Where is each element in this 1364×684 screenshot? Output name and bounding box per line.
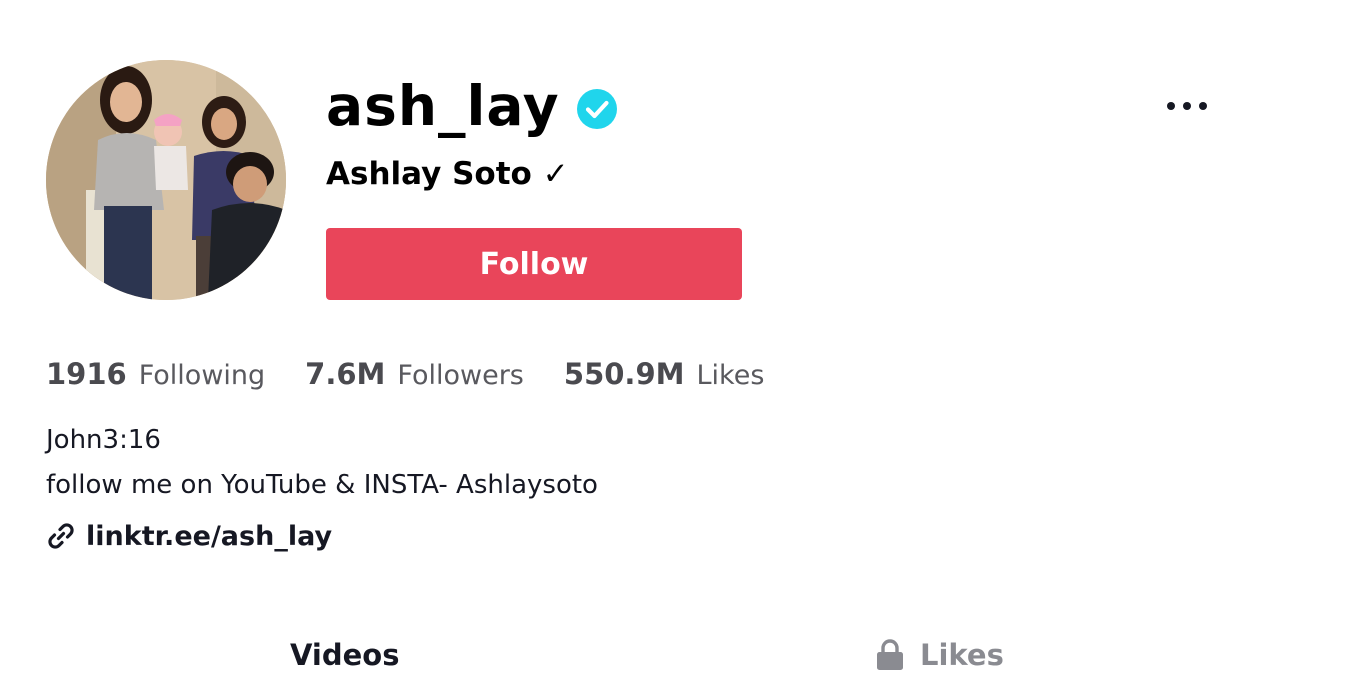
profile-bio: John3:16 follow me on YouTube & INSTA- A… [46, 418, 598, 508]
profile-avatar[interactable] [46, 60, 286, 300]
likes-stat: 550.9M Likes [564, 357, 765, 391]
bio-line-2: follow me on YouTube & INSTA- Ashlaysoto [46, 470, 598, 500]
tab-likes-label: Likes [920, 638, 1004, 672]
profile-username: ash_lay [326, 70, 618, 142]
username-text: ash_lay [326, 73, 560, 138]
tab-videos[interactable]: Videos [290, 626, 400, 684]
following-stat[interactable]: 1916 Following [46, 357, 265, 391]
link-icon [48, 523, 74, 549]
link-text[interactable]: linktr.ee/ash_lay [86, 521, 332, 552]
bio-line-1: John3:16 [46, 425, 161, 455]
verified-badge-icon [576, 82, 618, 130]
avatar-photo [46, 60, 286, 300]
profile-tabs: Videos Likes [0, 626, 1364, 684]
display-name: Ashlay Soto ✓ [326, 156, 569, 192]
likes-label: Likes [696, 360, 765, 391]
profile-link[interactable]: linktr.ee/ash_lay [46, 514, 332, 558]
profile-stats: 1916 Following 7.6M Followers 550.9M Lik… [46, 352, 804, 396]
likes-count: 550.9M [563, 357, 685, 391]
follow-button[interactable]: Follow [326, 228, 742, 300]
followers-label: Followers [397, 360, 524, 391]
followers-count: 7.6M [305, 357, 386, 391]
following-label: Following [138, 360, 266, 391]
following-count: 1916 [46, 357, 127, 391]
more-options-icon [1167, 102, 1207, 110]
more-options-button[interactable] [1160, 86, 1214, 126]
lock-icon [877, 639, 903, 670]
followers-stat[interactable]: 7.6M Followers [305, 357, 524, 391]
tab-videos-label: Videos [290, 638, 400, 672]
tab-likes[interactable]: Likes [874, 626, 1004, 684]
